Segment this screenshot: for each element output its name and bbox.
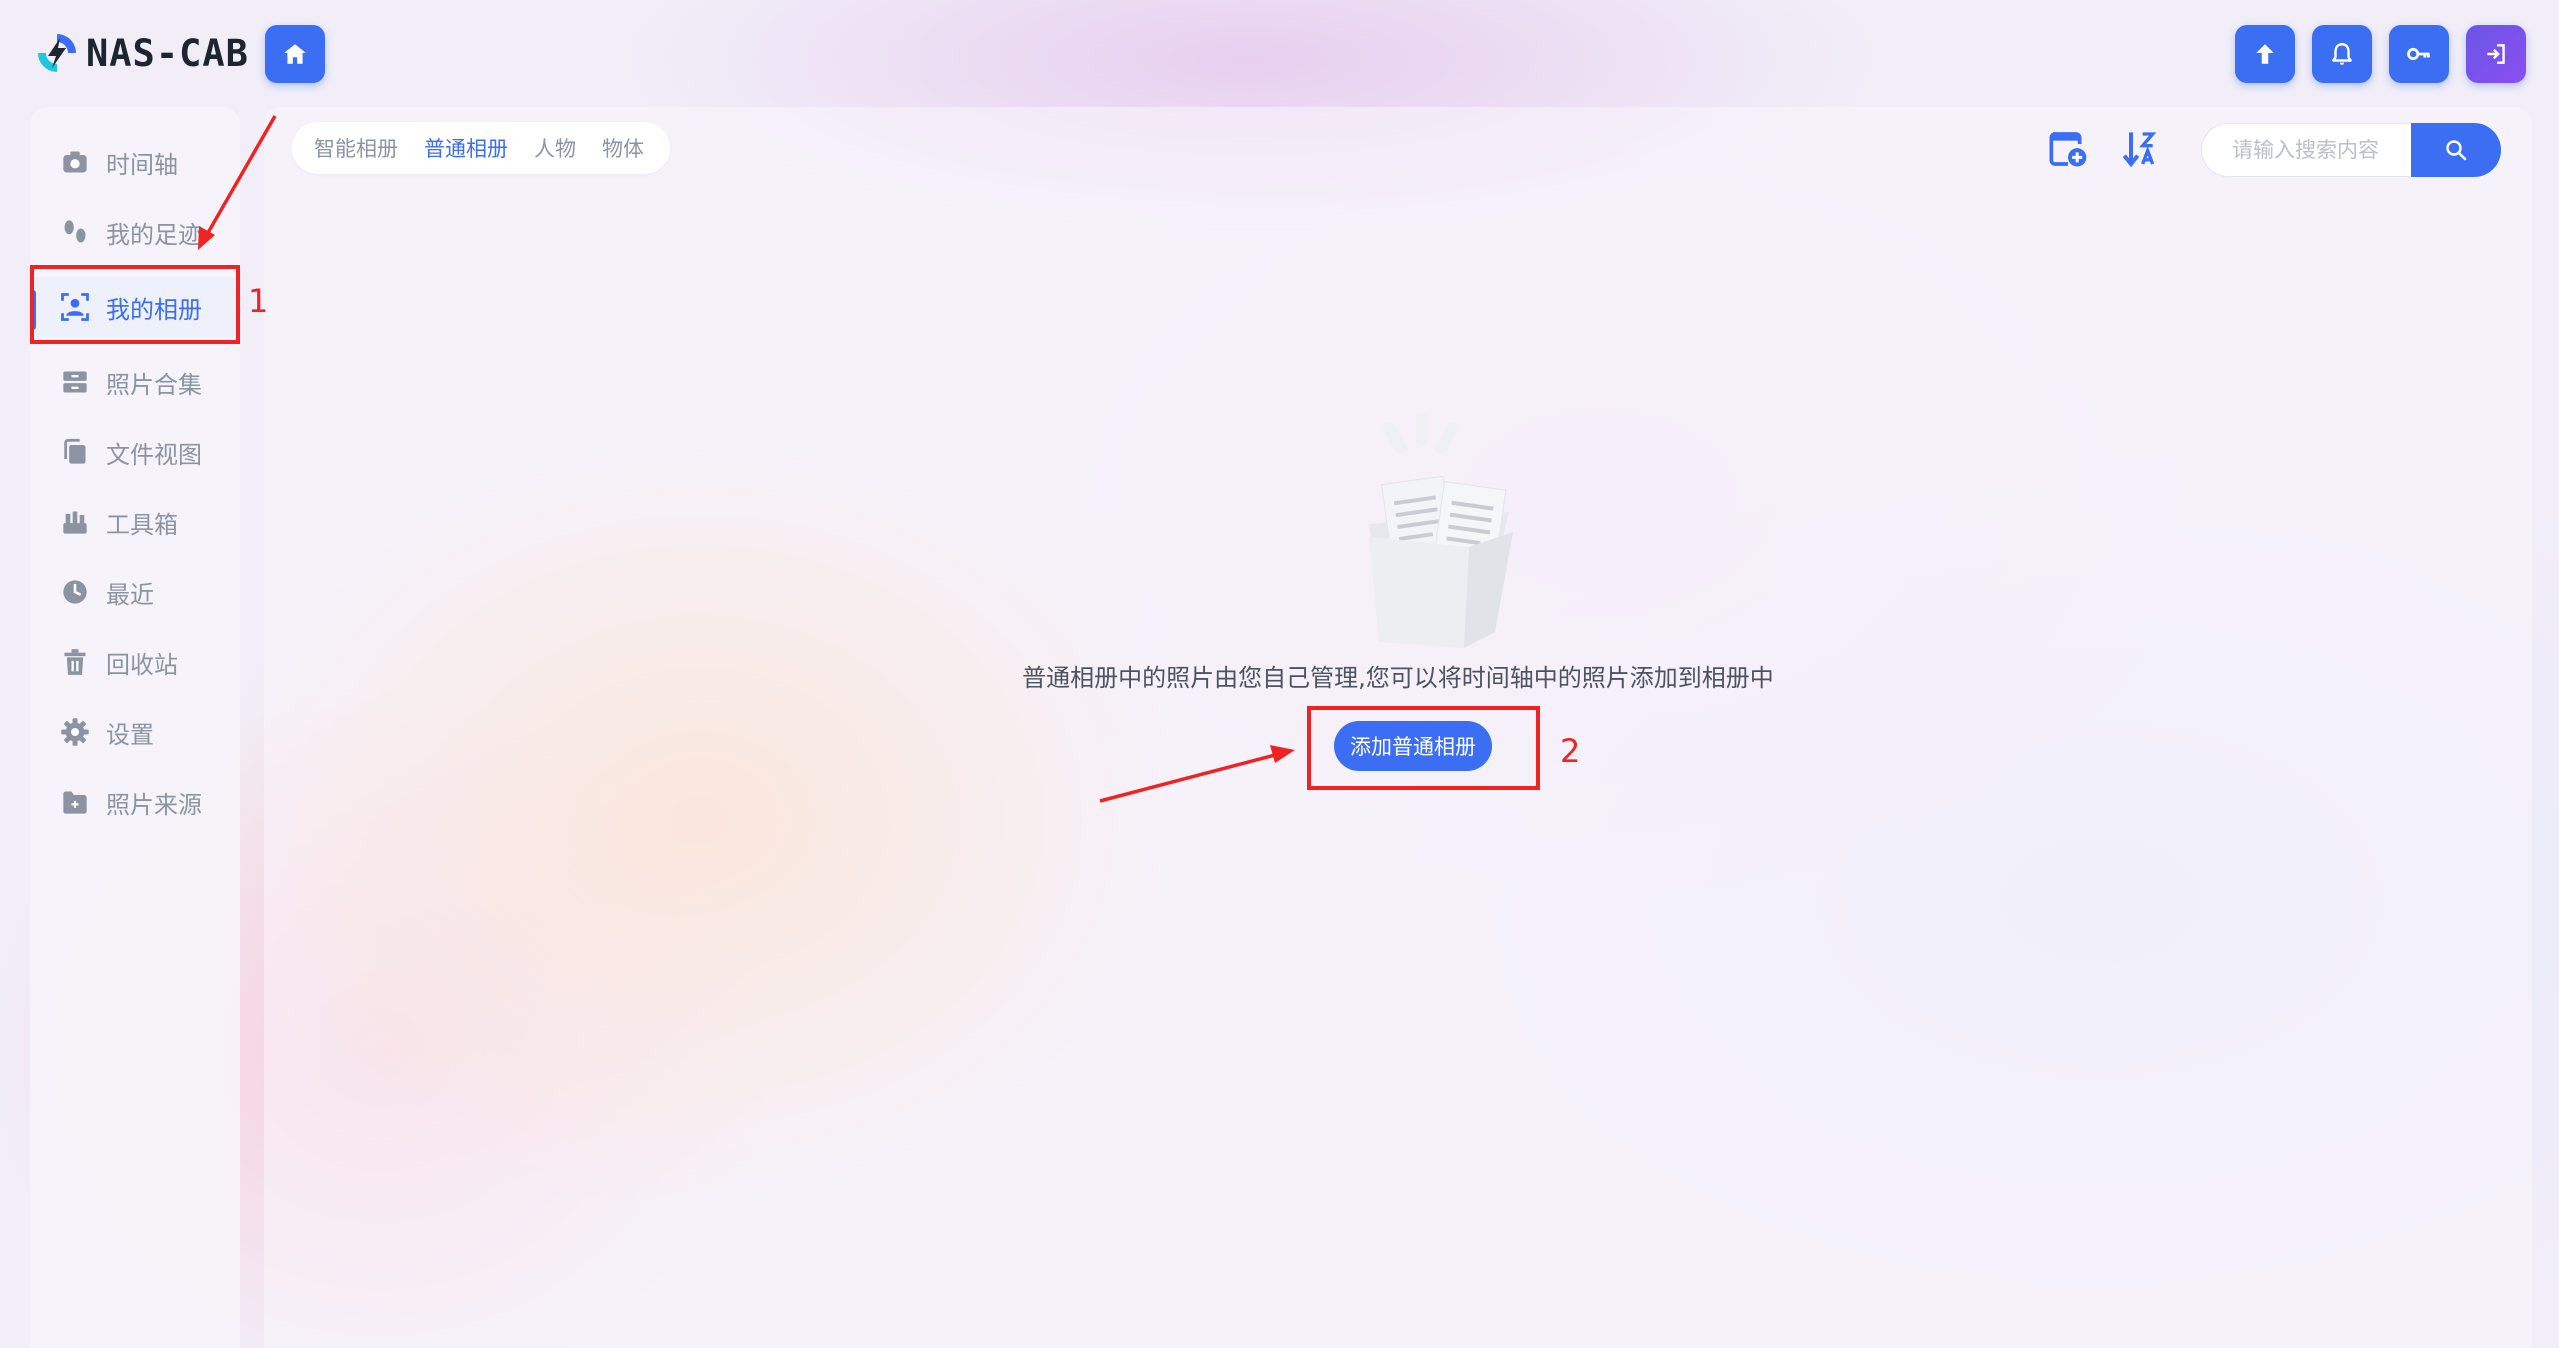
tab-objects[interactable]: 物体 (602, 133, 644, 163)
add-album-button[interactable] (2046, 127, 2090, 171)
sort-z-a-icon (2122, 132, 2157, 168)
copy-icon (60, 437, 90, 467)
empty-box-illustration (1369, 412, 1513, 648)
sidebar-item-timeline[interactable]: 时间轴 (30, 132, 240, 192)
trash-icon (60, 647, 90, 677)
tab-people[interactable]: 人物 (534, 133, 576, 163)
search-icon (2446, 140, 2467, 161)
top-bar: NAS-CAB (0, 0, 2559, 107)
sort-button[interactable] (2119, 127, 2163, 171)
add-album-icon (2049, 132, 2087, 167)
sidebar-item-photo-sources[interactable]: 照片来源 (30, 772, 240, 832)
key-icon (2407, 47, 2430, 61)
sidebar-item-toolbox[interactable]: 工具箱 (30, 492, 240, 552)
folder-plus-icon (60, 787, 90, 817)
footprint-icon (60, 217, 90, 247)
tab-normal-albums[interactable]: 普通相册 (424, 133, 508, 163)
sidebar-item-recent[interactable]: 最近 (30, 562, 240, 622)
logout-button[interactable] (2466, 25, 2526, 83)
annotation-label-2: 2 (1560, 732, 1581, 770)
tab-smart-albums[interactable]: 智能相册 (314, 133, 398, 163)
album-tabs: 智能相册 普通相册 人物 物体 (292, 122, 670, 174)
search-box (2201, 123, 2501, 177)
logo-mark-icon (38, 34, 76, 72)
gear-icon (60, 717, 90, 747)
upload-button[interactable] (2235, 25, 2295, 83)
annotation-box-1 (30, 265, 240, 344)
clock-icon (60, 577, 90, 607)
annotation-box-2 (1307, 706, 1540, 790)
key-button[interactable] (2389, 25, 2449, 83)
camera-icon (60, 147, 90, 177)
annotation-label-1: 1 (248, 282, 269, 320)
search-button[interactable] (2411, 123, 2501, 177)
empty-state-message: 普通相册中的照片由您自己管理,您可以将时间轴中的照片添加到相册中 (1022, 664, 1774, 692)
toolbox-icon (60, 507, 90, 537)
sidebar-item-collections[interactable]: 照片合集 (30, 352, 240, 412)
sidebar-item-footprints[interactable]: 我的足迹 (30, 202, 240, 262)
sidebar-item-recycle-bin[interactable]: 回收站 (30, 632, 240, 692)
archive-icon (60, 367, 90, 397)
logo-text: NAS-CAB (86, 31, 249, 75)
upload-icon (2256, 44, 2274, 64)
sidebar-item-settings[interactable]: 设置 (30, 702, 240, 762)
home-icon (284, 44, 306, 64)
sidebar-item-file-view[interactable]: 文件视图 (30, 422, 240, 482)
search-input[interactable] (2201, 123, 2411, 177)
header-actions (2235, 25, 2526, 83)
notifications-button[interactable] (2312, 25, 2372, 83)
bell-icon (2332, 43, 2352, 65)
logout-icon (2487, 44, 2505, 64)
app-logo[interactable]: NAS-CAB (34, 30, 249, 76)
home-button[interactable] (265, 25, 325, 83)
